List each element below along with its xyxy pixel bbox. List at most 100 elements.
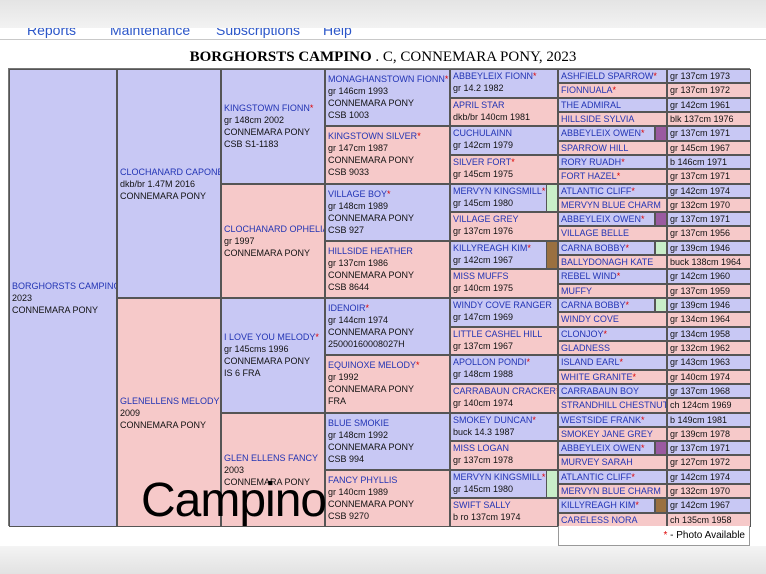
- horse-name-link[interactable]: KINGSTOWN FIONN: [224, 103, 310, 113]
- horse-name-link[interactable]: CLOCHANARD CAPONE: [120, 167, 220, 177]
- photo-star-icon[interactable]: *: [621, 157, 625, 167]
- horse-name-link[interactable]: CLONJOY: [561, 329, 604, 339]
- horse-name-link[interactable]: LITTLE CASHEL HILL: [453, 329, 542, 339]
- photo-star-icon[interactable]: *: [387, 189, 391, 199]
- horse-name-link[interactable]: MISS LOGAN: [453, 443, 509, 453]
- horse-name-link[interactable]: BALLYDONAGH KATE: [561, 257, 653, 267]
- photo-star-icon[interactable]: *: [620, 357, 624, 367]
- horse-name-link[interactable]: RORY RUADH: [561, 157, 621, 167]
- horse-name-link[interactable]: CUCHULAINN: [453, 128, 512, 138]
- horse-name-link[interactable]: ABBEYLEIX OWEN: [561, 214, 641, 224]
- photo-star-icon[interactable]: *: [511, 157, 515, 167]
- horse-name-link[interactable]: MERVYN KINGSMILL: [453, 186, 542, 196]
- horse-name-link[interactable]: MONAGHANSTOWN FIONN: [328, 74, 445, 84]
- horse-name-link[interactable]: ATLANTIC CLIFF: [561, 472, 631, 482]
- horse-name-link[interactable]: APRIL STAR: [453, 100, 505, 110]
- photo-star-icon[interactable]: *: [315, 332, 319, 342]
- photo-star-icon[interactable]: *: [617, 171, 621, 181]
- horse-name-link[interactable]: FORT HAZEL: [561, 171, 617, 181]
- horse-name-link[interactable]: VILLAGE BOY: [328, 189, 387, 199]
- horse-name-link[interactable]: IDENOIR: [328, 303, 366, 313]
- horse-name-link[interactable]: MERVYN BLUE CHARM: [561, 486, 661, 496]
- horse-name-link[interactable]: SILVER FORT: [453, 157, 511, 167]
- horse-name-link[interactable]: ABBEYLEIX OWEN: [561, 443, 641, 453]
- horse-name-link[interactable]: ISLAND EARL: [561, 357, 620, 367]
- horse-name-link[interactable]: STRANDHILL CHESTNUT: [561, 400, 666, 410]
- horse-name-link[interactable]: CARELESS NORA: [561, 515, 638, 525]
- photo-star-icon[interactable]: *: [631, 472, 635, 482]
- photo-star-icon[interactable]: *: [532, 415, 536, 425]
- horse-name-link[interactable]: MUFFY: [561, 286, 592, 296]
- photo-star-icon[interactable]: *: [527, 243, 531, 253]
- photo-star-icon[interactable]: *: [641, 443, 645, 453]
- horse-name-link[interactable]: GLADNESS: [561, 343, 610, 353]
- horse-name-link[interactable]: ASHFIELD SPARROW: [561, 71, 653, 81]
- photo-star-icon[interactable]: *: [641, 128, 645, 138]
- horse-info: gr 142cm 1967: [453, 254, 514, 265]
- horse-name-link[interactable]: SPARROW HILL: [561, 143, 628, 153]
- horse-name-link[interactable]: ABBEYLEIX FIONN: [453, 71, 533, 81]
- horse-name-link[interactable]: ATLANTIC CLIFF: [561, 186, 631, 196]
- horse-name-link[interactable]: MERVYN BLUE CHARM: [561, 200, 661, 210]
- photo-star-icon[interactable]: *: [542, 472, 546, 482]
- horse-name-link[interactable]: FANCY PHYLLIS: [328, 475, 397, 485]
- photo-star-icon[interactable]: *: [635, 500, 639, 510]
- photo-star-icon[interactable]: *: [613, 85, 617, 95]
- horse-name-link[interactable]: CARNA BOBBY: [561, 300, 626, 310]
- horse-name-link[interactable]: KINGSTOWN SILVER: [328, 131, 417, 141]
- horse-name-link[interactable]: MERVYN KINGSMILL: [453, 472, 542, 482]
- horse-name-link[interactable]: BORGHORSTS CAMPINO: [12, 281, 116, 291]
- horse-name-link[interactable]: MURVEY SARAH: [561, 457, 633, 467]
- photo-star-icon[interactable]: *: [626, 243, 630, 253]
- photo-star-icon[interactable]: *: [626, 300, 630, 310]
- horse-name-link[interactable]: WESTSIDE FRANK: [561, 415, 641, 425]
- horse-name-link[interactable]: WINDY COVE: [561, 314, 619, 324]
- horse-name-link[interactable]: ABBEYLEIX OWEN: [561, 128, 641, 138]
- photo-star-icon[interactable]: *: [641, 214, 645, 224]
- photo-star-icon[interactable]: *: [641, 415, 645, 425]
- horse-name-link[interactable]: BLUE SMOKIE: [328, 418, 389, 428]
- horse-name-link[interactable]: KILLYREAGH KIM: [561, 500, 635, 510]
- horse-name-link[interactable]: FIONNUALA: [561, 85, 613, 95]
- nav-help[interactable]: Help: [323, 28, 352, 38]
- photo-star-icon[interactable]: *: [542, 186, 546, 196]
- photo-star-icon[interactable]: *: [533, 71, 537, 81]
- horse-name-link[interactable]: HILLSIDE SYLVIA: [561, 114, 634, 124]
- horse-name-link[interactable]: CLOCHANARD OPHELIA: [224, 224, 324, 234]
- horse-name-link[interactable]: CARRABAUN BOY: [561, 386, 639, 396]
- nav-subscriptions[interactable]: Subscriptions: [216, 28, 300, 38]
- horse-name-link[interactable]: THE ADMIRAL: [561, 100, 621, 110]
- photo-star-icon[interactable]: *: [604, 329, 608, 339]
- horse-name-link[interactable]: HILLSIDE HEATHER: [328, 246, 413, 256]
- photo-star-icon[interactable]: *: [417, 131, 421, 141]
- photo-star-icon[interactable]: *: [416, 360, 420, 370]
- horse-name-link[interactable]: MISS MUFFS: [453, 271, 509, 281]
- photo-star-icon[interactable]: *: [633, 372, 637, 382]
- pedigree-cell: CARRABAUN CRACKER*gr 140cm 1974: [450, 383, 558, 413]
- photo-star-icon[interactable]: *: [445, 74, 449, 84]
- horse-name-link[interactable]: CARRABAUN CRACKER: [453, 386, 556, 396]
- horse-name-link[interactable]: WHITE GRANITE: [561, 372, 633, 382]
- horse-name-link[interactable]: GLENELLENS MELODY: [120, 396, 220, 406]
- photo-star-icon[interactable]: *: [631, 186, 635, 196]
- horse-name-link[interactable]: VILLAGE BELLE: [561, 228, 629, 238]
- horse-name-link[interactable]: CARNA BOBBY: [561, 243, 626, 253]
- horse-name-link[interactable]: KILLYREAGH KIM: [453, 243, 527, 253]
- horse-name-link[interactable]: EQUINOXE MELODY: [328, 360, 416, 370]
- nav-reports[interactable]: Reports: [27, 28, 76, 38]
- horse-name-link[interactable]: WINDY COVE RANGER: [453, 300, 552, 310]
- horse-name-link[interactable]: REBEL WIND: [561, 271, 617, 281]
- photo-star-icon[interactable]: *: [366, 303, 370, 313]
- horse-name-link[interactable]: VILLAGE GREY: [453, 214, 519, 224]
- nav-maintenance[interactable]: Maintenance: [110, 28, 190, 38]
- horse-name-link[interactable]: SMOKEY JANE GREY: [561, 429, 653, 439]
- photo-star-icon[interactable]: *: [653, 71, 657, 81]
- horse-name-link[interactable]: SMOKEY DUNCAN: [453, 415, 532, 425]
- horse-name-link[interactable]: APOLLON PONDI: [453, 357, 527, 367]
- horse-name-link[interactable]: SWIFT SALLY: [453, 500, 511, 510]
- photo-star-icon[interactable]: *: [310, 103, 314, 113]
- photo-star-icon[interactable]: *: [617, 271, 621, 281]
- horse-name-link[interactable]: I LOVE YOU MELODY: [224, 332, 315, 342]
- photo-star-icon[interactable]: *: [527, 357, 531, 367]
- horse-name-link[interactable]: GLEN ELLENS FANCY: [224, 453, 318, 463]
